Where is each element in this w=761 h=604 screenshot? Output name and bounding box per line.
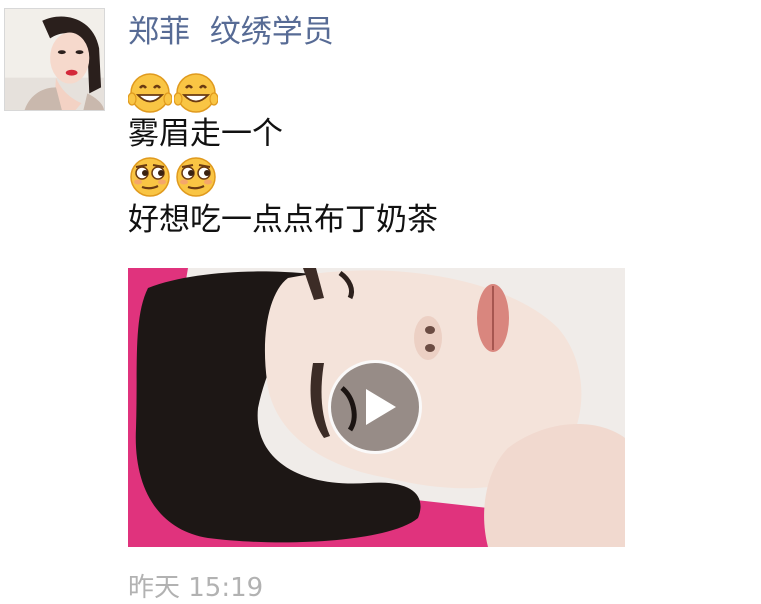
emoji-row xyxy=(128,156,218,198)
post-text-line: 雾眉走一个 xyxy=(128,116,283,152)
post-timestamp: 昨天 15:19 xyxy=(128,573,264,603)
smirk-emoji-icon xyxy=(130,157,170,197)
grin-emoji-icon xyxy=(128,73,172,113)
avatar[interactable] xyxy=(4,8,105,111)
smirk-emoji-icon xyxy=(176,157,216,197)
emoji-row xyxy=(128,72,218,114)
post-text-line: 好想吃一点点布丁奶茶 xyxy=(128,202,438,238)
play-button[interactable] xyxy=(328,360,422,454)
profile-photo-icon xyxy=(5,9,104,110)
play-icon xyxy=(366,389,396,425)
author-name[interactable]: 郑菲 纹绣学员 xyxy=(128,12,334,52)
video-thumbnail[interactable] xyxy=(128,268,625,547)
grin-emoji-icon xyxy=(174,73,218,113)
